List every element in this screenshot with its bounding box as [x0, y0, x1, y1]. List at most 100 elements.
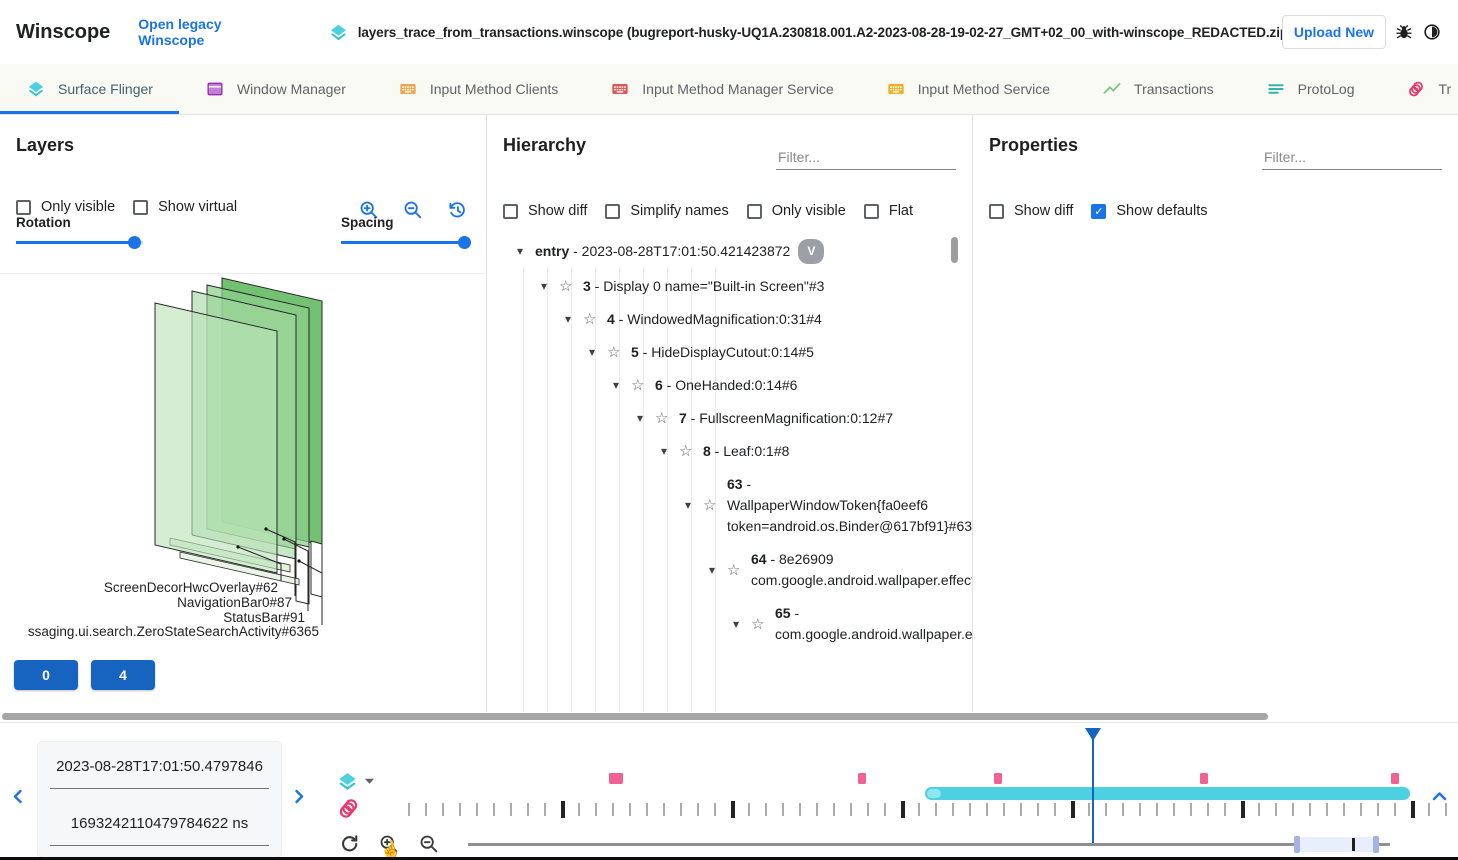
star-icon[interactable]: ☆	[631, 375, 649, 396]
hierarchy-filter-input[interactable]	[776, 145, 956, 170]
tab-label: Input Method Manager Service	[642, 81, 833, 97]
trace-file-name: layers_trace_from_transactions.winscope …	[358, 25, 1282, 40]
upload-new-button[interactable]: Upload New	[1282, 15, 1386, 49]
transition-marker[interactable]	[609, 773, 623, 784]
tree-node-8[interactable]: ▾☆8 - Leaf:0:1#8	[487, 435, 972, 468]
tree-node-7[interactable]: ▾☆7 - FullscreenMagnification:0:12#7	[487, 402, 972, 435]
tab-input-method-clients[interactable]: Input Method Clients	[372, 64, 584, 114]
transition-marker[interactable]	[858, 773, 866, 784]
tree-node-5[interactable]: ▾☆ 5 - HideDisplayCutout:0:14#5	[487, 336, 972, 369]
ruler-tick	[459, 803, 461, 816]
chevron-down-icon[interactable]: ▾	[541, 276, 559, 297]
checkbox-flat[interactable]: Flat	[864, 203, 913, 219]
canvas-divider	[0, 273, 486, 274]
ruler-tick	[1088, 803, 1090, 816]
ruler-tick	[918, 803, 920, 816]
keyboard-orange-icon	[398, 79, 418, 99]
chevron-down-icon[interactable]: ▾	[565, 309, 583, 330]
tab-input-method-service[interactable]: Input Method Service	[860, 64, 1076, 114]
bug-report-icon[interactable]	[1394, 22, 1414, 42]
timeline-zoom-out-icon[interactable]	[418, 833, 440, 855]
chevron-down-icon[interactable]: ▾	[589, 342, 607, 363]
rotation-slider-thumb[interactable]	[128, 236, 141, 249]
tree-node-63[interactable]: ▾☆63 - WallpaperWindowToken{fa0eef6 toke…	[487, 468, 972, 543]
tree-node-6[interactable]: ▾☆6 - OneHanded:0:14#6	[487, 369, 972, 402]
hierarchy-scrollbar[interactable]	[951, 237, 958, 263]
spacing-slider[interactable]	[341, 234, 468, 250]
open-legacy-winscope-link[interactable]: Open legacy Winscope	[138, 16, 289, 48]
horizontal-scrollbar-thumb[interactable]	[2, 713, 1268, 720]
display-button-4[interactable]: 4	[91, 660, 155, 690]
tree-node-65[interactable]: ▾☆65 - com.google.android.wallpaper.effe…	[487, 597, 972, 651]
ruler-tick	[867, 803, 869, 816]
tree-node-label: 5 - HideDisplayCutout:0:14#5	[631, 342, 814, 363]
star-icon[interactable]: ☆	[607, 342, 625, 363]
window-icon	[205, 79, 225, 99]
properties-filter-input[interactable]	[1262, 145, 1442, 170]
ruler-tick	[748, 803, 750, 816]
transition-marker[interactable]	[994, 773, 1002, 784]
ruler-tick	[1428, 803, 1430, 816]
tab-window-manager[interactable]: Window Manager	[179, 64, 372, 114]
chevron-down-icon[interactable]: ▾	[517, 241, 535, 262]
properties-options: Show diff ✓Show defaults	[989, 203, 1448, 219]
layers-icon	[328, 22, 349, 43]
transition-marker[interactable]	[1391, 773, 1399, 784]
zoom-range-handle-right[interactable]	[1373, 836, 1379, 853]
tree-node-4[interactable]: ▾☆4 - WindowedMagnification:0:31#4	[487, 303, 972, 336]
sliders-row: Rotation Spacing	[16, 215, 468, 250]
transition-marker[interactable]	[1200, 773, 1208, 784]
tree-node-label: entry - 2023-08-28T17:01:50.421423872V	[535, 239, 824, 264]
chevron-down-icon[interactable]: ▾	[709, 560, 727, 581]
app-title: Winscope	[16, 21, 110, 44]
layers-panel-title: Layers	[16, 135, 74, 156]
tree-node-3[interactable]: ▾☆ 3 - Display 0 name="Built-in Screen"#3	[487, 270, 972, 303]
ruler-tick	[731, 801, 735, 818]
chevron-down-icon[interactable]: ▾	[637, 408, 655, 429]
layer-label: ssaging.ui.search.ZeroStateSearchActivit…	[28, 624, 319, 639]
rotation-slider[interactable]	[16, 234, 143, 250]
star-icon[interactable]: ☆	[559, 276, 577, 297]
tab-transactions[interactable]: Transactions	[1076, 64, 1240, 114]
reset-zoom-icon[interactable]	[338, 833, 360, 855]
star-icon[interactable]: ☆	[751, 614, 769, 635]
checkbox-show-diff[interactable]: Show diff	[989, 203, 1073, 219]
ruler-tick	[935, 803, 937, 816]
checkbox-simplify-names[interactable]: Simplify names	[605, 203, 728, 219]
star-icon[interactable]: ☆	[679, 441, 697, 462]
tab-surface-flinger[interactable]: Surface Flinger	[0, 64, 179, 114]
zoom-range-selection[interactable]	[1297, 837, 1376, 852]
star-icon[interactable]: ☆	[727, 560, 745, 581]
surface-flinger-activity-bar[interactable]	[925, 787, 1410, 800]
checkbox-show-virtual[interactable]: Show virtual	[133, 199, 237, 215]
tab-tr[interactable]: Tr	[1380, 64, 1458, 114]
hierarchy-panel-title: Hierarchy	[503, 135, 586, 156]
zoom-range-handle-left[interactable]	[1294, 836, 1300, 853]
display-buttons: 04	[14, 660, 155, 690]
checkbox-box	[989, 204, 1004, 219]
timeline-zoom-in-icon[interactable]	[378, 833, 400, 855]
chevron-down-icon[interactable]: ▾	[685, 495, 703, 516]
display-button-0[interactable]: 0	[14, 660, 78, 690]
timeline-cursor-line[interactable]	[1092, 728, 1094, 844]
chevron-down-icon[interactable]: ▾	[733, 614, 751, 635]
checkbox-only-visible[interactable]: Only visible	[747, 203, 846, 219]
tab-input-method-manager-service[interactable]: Input Method Manager Service	[584, 64, 859, 114]
tree-node-entry[interactable]: ▾entry - 2023-08-28T17:01:50.421423872V	[487, 233, 972, 270]
tree-node-label: 3 - Display 0 name="Built-in Screen"#3	[583, 276, 824, 297]
tree-node-64[interactable]: ▾☆64 - 8e26909 com.google.android.wallpa…	[487, 543, 972, 597]
spacing-slider-thumb[interactable]	[458, 236, 471, 249]
checkbox-only-visible[interactable]: Only visible	[16, 199, 115, 215]
checkbox-show-diff[interactable]: Show diff	[503, 203, 587, 219]
ruler-tick	[1105, 803, 1107, 816]
chevron-down-icon[interactable]: ▾	[661, 441, 679, 462]
dark-mode-toggle-icon[interactable]	[1422, 22, 1442, 42]
tab-protolog[interactable]: ProtoLog	[1240, 64, 1381, 114]
star-icon[interactable]: ☆	[703, 495, 721, 516]
star-icon[interactable]: ☆	[583, 309, 601, 330]
checkbox-show-defaults[interactable]: ✓Show defaults	[1091, 203, 1207, 219]
star-icon[interactable]: ☆	[655, 408, 673, 429]
chevron-down-icon[interactable]: ▾	[613, 375, 631, 396]
timeline-ruler[interactable]	[0, 723, 1458, 823]
collapse-timeline-icon[interactable]	[1431, 788, 1447, 804]
